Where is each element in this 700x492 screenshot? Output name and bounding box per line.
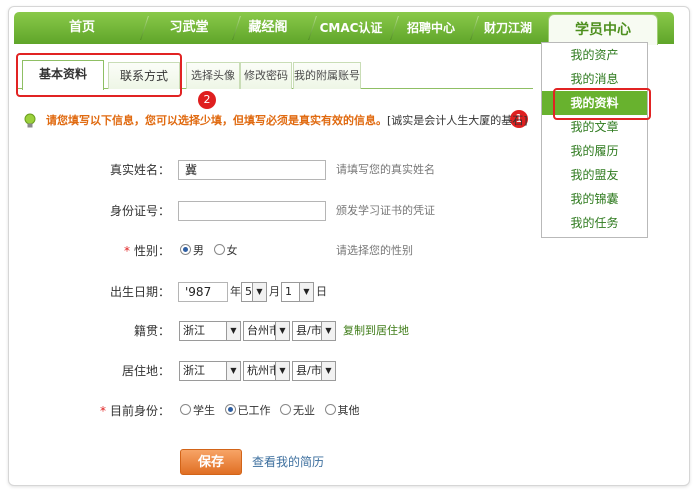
native-city-select[interactable]: 台州市 ▼ [243,321,290,341]
chevron-down-icon[interactable]: ▼ [275,362,289,380]
nav-recruit[interactable]: 招聘中心 [394,12,468,44]
gender-hint: 请选择您的性别 [336,244,413,257]
tab-password[interactable]: 修改密码 [240,62,292,89]
realname-label: 真实姓名： [109,163,170,177]
chevron-down-icon[interactable]: ▼ [321,322,335,340]
identity-option-unemployed[interactable]: 无业 [280,404,315,417]
native-county-select[interactable]: 县/市 ▼ [292,321,336,341]
gender-label: * 性别： [123,244,170,258]
identity-label: * 目前身份： [99,404,170,418]
birth-day-select[interactable]: 1 ▼ [281,282,314,302]
radio-unselected[interactable] [280,404,291,415]
gender-option-male[interactable]: 男 [180,244,204,257]
chevron-down-icon[interactable]: ▼ [252,283,266,301]
annotation-badge-2: 2 [198,91,216,109]
idcard-input[interactable] [178,201,326,221]
notice-sub: [诚实是会计人生大厦的基石] [387,114,528,127]
identity-option-employed[interactable]: 已工作 [224,404,271,417]
view-resume-link[interactable]: 查看我的简历 [252,452,324,472]
chevron-down-icon[interactable]: ▼ [226,322,240,340]
radio-selected[interactable] [180,244,191,255]
idcard-label: 身份证号： [109,204,170,218]
tab-avatar[interactable]: 选择头像 [186,62,240,89]
highlight-box-profile-menu [553,88,651,120]
nav-jianghu[interactable]: 财刀江湖 [474,12,542,44]
birth-label: 出生日期： [109,285,170,299]
notice-main: 请您填写以下信息，您可以选择少填，但填写必须是真实有效的信息。 [46,114,387,127]
year-unit: 年 [230,285,241,298]
nav-cangjingge[interactable]: 藏经阁 [236,12,300,44]
chevron-down-icon[interactable]: ▼ [321,362,335,380]
birth-year-input[interactable]: '987 [178,282,228,302]
student-center-dropdown: 我的资产 我的消息 我的资料 我的文章 我的履历 我的盟友 我的锦囊 我的任务 [541,42,648,238]
identity-option-student[interactable]: 学生 [180,404,215,417]
residence-province-select[interactable]: 浙江 ▼ [179,361,241,381]
identity-radio-group: 学生 已工作 无业 其他 [180,401,366,421]
residence-county-select[interactable]: 县/市 ▼ [292,361,336,381]
required-asterisk: * [99,404,106,418]
menu-item-resume[interactable]: 我的履历 [542,139,647,163]
day-unit: 日 [316,285,327,298]
radio-selected[interactable] [224,404,236,415]
idcard-hint: 颁发学习证书的凭证 [336,204,435,217]
realname-input[interactable]: 冀 [178,160,326,180]
nav-xiwutang[interactable]: 习武堂 [154,12,224,44]
birth-month-select[interactable]: 5 ▼ [241,282,267,302]
nav-student-center[interactable]: 学员中心 [548,14,658,45]
chevron-down-icon[interactable]: ▼ [226,362,240,380]
radio-unselected[interactable] [213,244,225,255]
chevron-down-icon[interactable]: ▼ [299,283,313,301]
identity-option-other[interactable]: 其他 [324,404,360,417]
nav-cmac[interactable]: CMAC认证 [314,12,388,44]
native-province-select[interactable]: 浙江 ▼ [179,321,241,341]
realname-hint: 请填写您的真实姓名 [336,163,435,176]
highlight-box-tabs [16,53,182,97]
required-asterisk: * [123,244,130,258]
residence-label: 居住地： [121,364,170,378]
nav-home[interactable]: 首页 [42,12,122,44]
residence-city-select[interactable]: 杭州市 ▼ [243,361,290,381]
menu-item-allies[interactable]: 我的盟友 [542,163,647,187]
radio-unselected[interactable] [324,404,336,415]
tab-sub-accounts[interactable]: 我的附属账号 [293,62,361,89]
menu-item-tasks[interactable]: 我的任务 [542,211,647,235]
month-unit: 月 [269,285,280,298]
nav-separator [140,16,149,40]
save-button[interactable]: 保存 [180,449,242,475]
copy-to-residence-link[interactable]: 复制到居住地 [343,321,409,341]
gender-option-female[interactable]: 女 [213,244,238,257]
lightbulb-icon [24,113,36,128]
menu-item-tips[interactable]: 我的锦囊 [542,187,647,211]
chevron-down-icon[interactable]: ▼ [275,322,289,340]
notice-text: 请您填写以下信息，您可以选择少填，但填写必须是真实有效的信息。[诚实是会计人生大… [46,112,528,130]
gender-radio-group: 男 女 [180,241,244,261]
menu-item-assets[interactable]: 我的资产 [542,43,647,67]
native-label: 籍贯： [133,324,170,338]
radio-unselected[interactable] [180,404,191,415]
